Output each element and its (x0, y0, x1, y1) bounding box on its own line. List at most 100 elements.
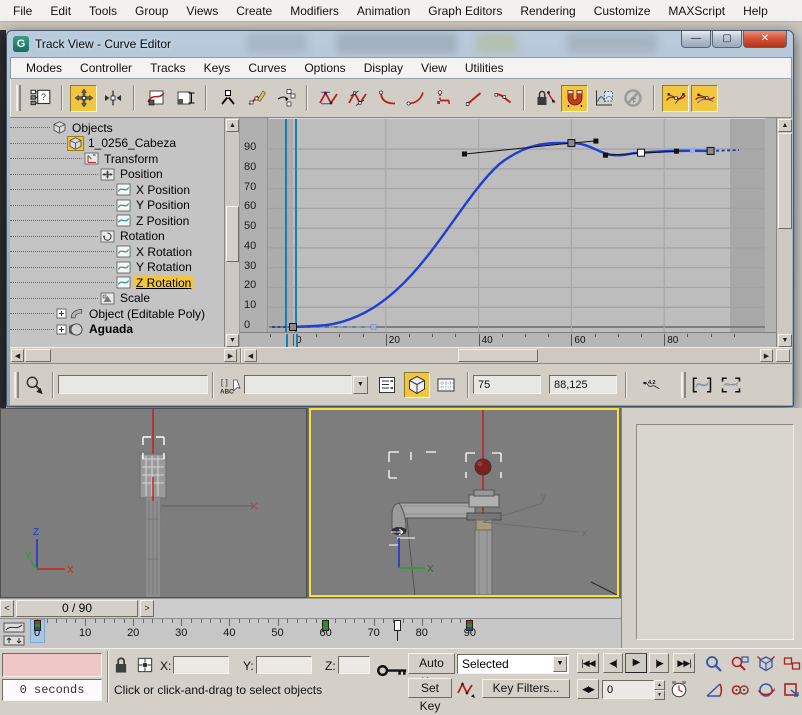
viewport-active[interactable]: y x Z X (309, 408, 619, 597)
insert-keys-button[interactable] (214, 85, 241, 112)
zoom-horizontal-extents-button[interactable] (689, 372, 715, 398)
track-name-field[interactable] (58, 375, 208, 394)
track-item-objects[interactable]: Objects (10, 120, 224, 136)
menu-help[interactable]: Help (734, 2, 777, 20)
pan-view-button[interactable] (728, 679, 752, 701)
maxscript-mini-listener[interactable] (2, 653, 102, 677)
selection-set-dropdown-icon[interactable]: ▼ (553, 656, 567, 672)
track-item-label[interactable]: Z Rotation (134, 276, 193, 290)
track-item-label[interactable]: Transform (102, 152, 160, 166)
track-item-position[interactable]: Position (10, 167, 224, 183)
filters-button[interactable]: ? (27, 85, 54, 112)
track-item-z-rotation[interactable]: Z Rotation (10, 275, 224, 291)
trackview-menu-utilities[interactable]: Utilities (456, 59, 513, 77)
tree-scroll-right-icon[interactable]: ▶ (224, 349, 237, 362)
menu-customize[interactable]: Customize (585, 2, 660, 20)
menu-group[interactable]: Group (126, 2, 177, 20)
time-configuration-icon[interactable] (670, 680, 688, 698)
previous-frame-button[interactable]: ◀| (603, 653, 623, 673)
set-tangents-fast-button[interactable] (373, 85, 400, 112)
go-to-start-button[interactable]: |◀◀ (577, 653, 599, 673)
track-item-label[interactable]: Y Rotation (134, 260, 194, 274)
curve-plot[interactable] (269, 118, 765, 332)
track-item-label[interactable]: X Position (134, 183, 192, 197)
current-frame-field[interactable] (602, 680, 654, 699)
y-coord-field[interactable] (256, 656, 312, 674)
tree-vertical-scrollbar[interactable]: ▲ ▼ (224, 118, 239, 348)
scale-keys-button[interactable] (171, 85, 198, 112)
track-item-label[interactable]: Object (Editable Poly) (87, 307, 207, 321)
scroll-up-icon[interactable]: ▲ (778, 119, 792, 132)
track-item-label[interactable]: Z Position (134, 214, 191, 228)
close-button[interactable]: ✕ (743, 31, 787, 48)
min-max-toggle-button[interactable] (780, 679, 802, 701)
key-filters-button[interactable]: Key Filters... (482, 679, 570, 698)
trackview-menu-keys[interactable]: Keys (195, 59, 240, 77)
lock-tangents-button[interactable] (691, 85, 718, 112)
expand-icon[interactable] (56, 324, 67, 335)
time-slider-handle[interactable]: 0 / 90 (16, 600, 138, 617)
set-tangents-smooth-button[interactable] (489, 85, 516, 112)
zoom-selected-object-button[interactable] (22, 372, 48, 398)
out-of-range-types-button[interactable] (590, 85, 617, 112)
menu-maxscript[interactable]: MAXScript (659, 2, 734, 20)
track-hierarchy-tree[interactable]: Objects1_0256_CabezaTransformPositionX P… (10, 118, 240, 348)
trackview-menu-view[interactable]: View (412, 59, 456, 77)
trackbar-key-multi[interactable] (466, 620, 473, 631)
menu-animation[interactable]: Animation (348, 2, 419, 20)
listener-output[interactable]: 0 seconds (2, 679, 102, 701)
selection-lock-icon[interactable] (113, 656, 129, 674)
new-key-default-tangent-icon[interactable] (456, 680, 476, 698)
filter-list-button[interactable] (374, 372, 400, 398)
x-coord-field[interactable] (173, 656, 229, 674)
next-frame-button[interactable]: > (140, 600, 154, 617)
zoom-button[interactable] (702, 653, 726, 675)
set-tangents-custom-button[interactable] (344, 85, 371, 112)
trackbar-key-rotation[interactable] (322, 620, 329, 631)
z-coord-field[interactable] (338, 656, 370, 674)
graph-scroll-left-icon[interactable]: ◀ (244, 349, 257, 362)
trackview-menu-display[interactable]: Display (355, 59, 412, 77)
trackview-menu-modes[interactable]: Modes (17, 59, 71, 77)
track-set-dropdown-icon[interactable]: ▼ (353, 376, 368, 394)
minimize-button[interactable]: — (681, 31, 711, 48)
menu-views[interactable]: Views (177, 2, 227, 20)
field-of-view-button[interactable] (702, 679, 726, 701)
zoom-value-extents-button[interactable] (718, 372, 744, 398)
scroll-down-icon[interactable]: ▼ (778, 334, 792, 347)
track-item-1-0256-cabeza[interactable]: 1_0256_Cabeza (10, 136, 224, 152)
current-time-marker[interactable] (296, 334, 298, 348)
lock-selection-button[interactable] (532, 85, 559, 112)
graph-scroll-right-icon[interactable]: ▶ (760, 349, 773, 362)
track-item-z-position[interactable]: Z Position (10, 213, 224, 229)
track-item-aguada[interactable]: Aguada (10, 322, 224, 338)
menu-edit[interactable]: Edit (41, 2, 80, 20)
track-item-label[interactable]: Y Position (134, 198, 192, 212)
trackbar-key-selected[interactable] (394, 620, 401, 631)
track-item-label[interactable]: Aguada (87, 322, 135, 336)
frame-spinner-down-icon[interactable]: ▼ (654, 690, 665, 700)
arc-rotate-button[interactable] (754, 679, 778, 701)
set-tangents-slow-button[interactable] (402, 85, 429, 112)
snap-frames-button[interactable] (561, 85, 588, 112)
time-ruler[interactable]: 020406080 (240, 332, 776, 348)
next-frame-button[interactable]: |▶ (649, 653, 669, 673)
reduce-keys-button[interactable] (272, 85, 299, 112)
auto-key-button[interactable]: Auto Key (408, 653, 455, 674)
menu-graph-editors[interactable]: Graph Editors (419, 2, 511, 20)
expand-icon[interactable] (56, 308, 67, 319)
tree-scroll-thumb[interactable] (25, 349, 51, 362)
menu-file[interactable]: File (4, 2, 41, 20)
set-tangents-auto-button[interactable] (315, 85, 342, 112)
scroll-up-icon[interactable]: ▲ (226, 119, 239, 132)
set-key-button[interactable]: Set Key (408, 678, 452, 698)
track-item-x-rotation[interactable]: X Rotation (10, 244, 224, 260)
set-tangents-step-button[interactable] (431, 85, 458, 112)
edit-track-set-button[interactable]: [ ]ABC (218, 372, 244, 398)
trackview-menu-curves[interactable]: Curves (239, 59, 295, 77)
key-time-field[interactable] (473, 375, 541, 394)
key-value-field[interactable] (549, 375, 617, 394)
scroll-thumb[interactable] (226, 206, 239, 262)
move-keys-button[interactable] (70, 85, 97, 112)
zoom-all-button[interactable] (728, 653, 752, 675)
